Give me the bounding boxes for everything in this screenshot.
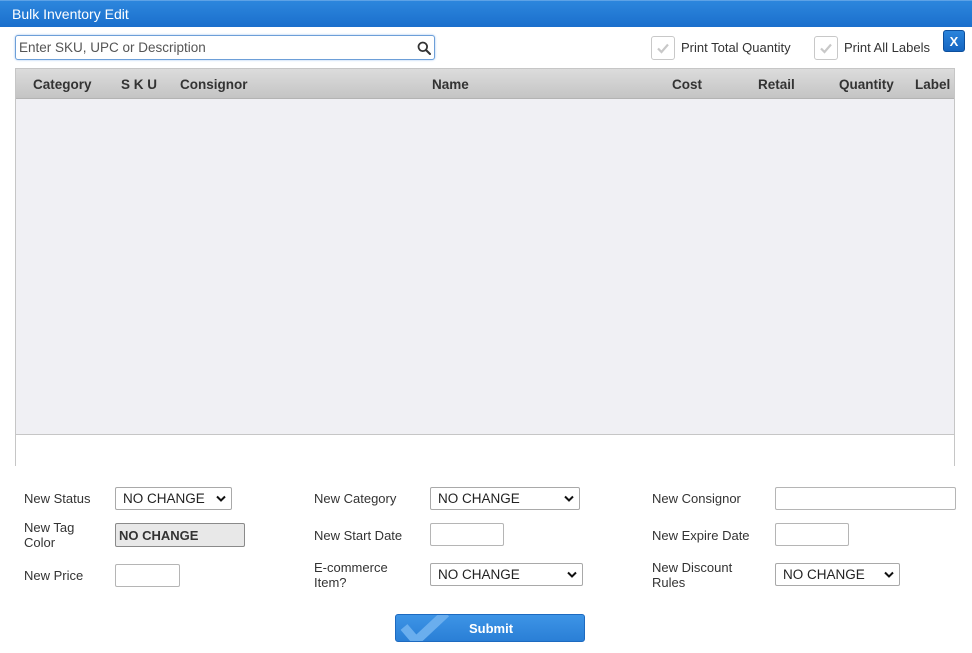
new-status-label: New Status (24, 491, 91, 506)
new-start-date-input[interactable] (430, 523, 504, 546)
new-category-select[interactable]: NO CHANGE (430, 487, 580, 510)
submit-button[interactable]: Submit (395, 614, 585, 642)
chevron-down-icon (884, 571, 894, 578)
new-discount-rules-value: NO CHANGE (783, 567, 865, 582)
new-start-date-label: New Start Date (314, 528, 403, 543)
chevron-down-icon (564, 495, 574, 502)
new-category-value: NO CHANGE (438, 491, 520, 506)
close-button[interactable]: X (943, 30, 965, 52)
new-discount-rules-select[interactable]: NO CHANGE (775, 563, 900, 586)
submit-label: Submit (468, 621, 514, 636)
search-box[interactable] (15, 35, 435, 60)
grid-footer (16, 434, 954, 466)
search-input[interactable] (19, 38, 411, 57)
new-discount-rules-label: New Discount Rules (652, 560, 733, 590)
new-consignor-label: New Consignor (652, 491, 741, 506)
ecommerce-item-label: E-commerce Item? (314, 560, 388, 590)
new-expire-date-label: New Expire Date (652, 528, 750, 543)
search-icon[interactable] (417, 41, 431, 55)
column-header-category[interactable]: Category (33, 77, 92, 92)
new-consignor-input[interactable] (775, 487, 956, 510)
chevron-down-icon (567, 571, 577, 578)
grid-header: Category S K U Consignor Name Cost Retai… (16, 69, 954, 99)
column-header-sku[interactable]: S K U (121, 77, 157, 92)
ecommerce-item-value: NO CHANGE (438, 567, 520, 582)
checkmark-icon (820, 43, 832, 54)
column-header-quantity[interactable]: Quantity (839, 77, 894, 92)
window-title: Bulk Inventory Edit (12, 6, 129, 22)
new-price-input[interactable] (115, 564, 180, 587)
new-category-label: New Category (314, 491, 397, 506)
print-all-labels-label: Print All Labels (844, 40, 930, 55)
column-header-label[interactable]: Label (915, 77, 950, 92)
column-header-name[interactable]: Name (432, 77, 469, 92)
title-bar: Bulk Inventory Edit (0, 0, 972, 27)
checkmark-icon (657, 43, 669, 54)
new-tag-color-value: NO CHANGE (119, 528, 199, 543)
column-header-cost[interactable]: Cost (672, 77, 702, 92)
new-price-label: New Price (24, 568, 84, 583)
column-header-consignor[interactable]: Consignor (180, 77, 248, 92)
column-header-retail[interactable]: Retail (758, 77, 795, 92)
new-tag-color-button[interactable]: NO CHANGE (115, 523, 245, 547)
inventory-grid: Category S K U Consignor Name Cost Retai… (15, 68, 955, 466)
print-all-labels-checkbox[interactable] (814, 36, 838, 60)
chevron-down-icon (216, 495, 226, 502)
print-total-quantity-checkbox[interactable] (651, 36, 675, 60)
new-status-select[interactable]: NO CHANGE (115, 487, 232, 510)
new-tag-color-label: New Tag Color (24, 520, 75, 550)
ecommerce-item-select[interactable]: NO CHANGE (430, 563, 583, 586)
new-status-value: NO CHANGE (123, 491, 205, 506)
print-total-quantity-label: Print Total Quantity (681, 40, 791, 55)
new-expire-date-input[interactable] (775, 523, 849, 546)
